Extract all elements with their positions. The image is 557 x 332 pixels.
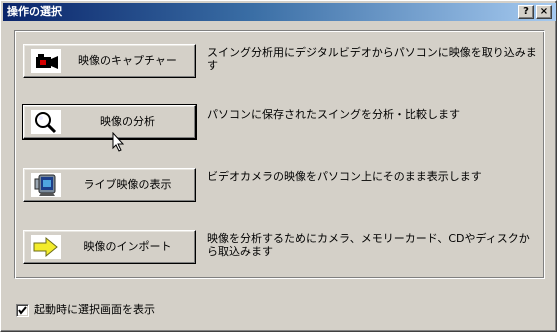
capture-video-description: スイング分析用にデジタルビデオからパソコンに映像を取り込みます [207,46,537,72]
title-bar[interactable]: 操作の選択 ? × [3,3,556,21]
analyze-video-label: 映像の分析 [100,115,155,128]
close-button[interactable]: × [536,5,552,19]
capture-video-label: 映像のキャプチャー [78,54,177,67]
live-video-button[interactable]: ライブ映像の表示 [23,168,196,202]
capture-video-button[interactable]: 映像のキャプチャー [23,44,196,78]
checkmark-icon [18,306,27,315]
show-on-startup-label[interactable]: 起動時に選択画面を表示 [34,303,155,317]
help-button[interactable]: ? [518,5,534,19]
show-on-startup-checkbox[interactable] [16,304,29,317]
analyze-video-description: パソコンに保存されたスイングを分析・比較します [207,108,460,121]
live-video-label: ライブ映像の表示 [83,178,172,191]
live-video-description: ビデオカメラの映像をパソコン上にそのまま表示します [207,170,482,183]
mouse-cursor-icon [112,131,125,152]
magnifier-icon [31,110,61,134]
window-title: 操作の選択 [7,5,62,18]
import-video-description: 映像を分析するためにカメラ、メモリーカード、CDやディスクから取込みます [207,232,530,258]
video-camera-icon [31,49,61,73]
analyze-video-button[interactable]: 映像の分析 [22,104,197,140]
choose-operation-dialog: 操作の選択 ? × 映像のキャプチャー スイング分析用にデジタルビデオからパソコ… [0,0,557,332]
import-video-label: 映像のインポート [83,240,172,253]
import-video-button[interactable]: 映像のインポート [23,230,196,264]
question-mark-icon: ? [523,6,529,17]
arrow-right-icon [31,235,61,259]
webcam-icon [31,173,61,197]
close-icon: × [539,6,549,17]
